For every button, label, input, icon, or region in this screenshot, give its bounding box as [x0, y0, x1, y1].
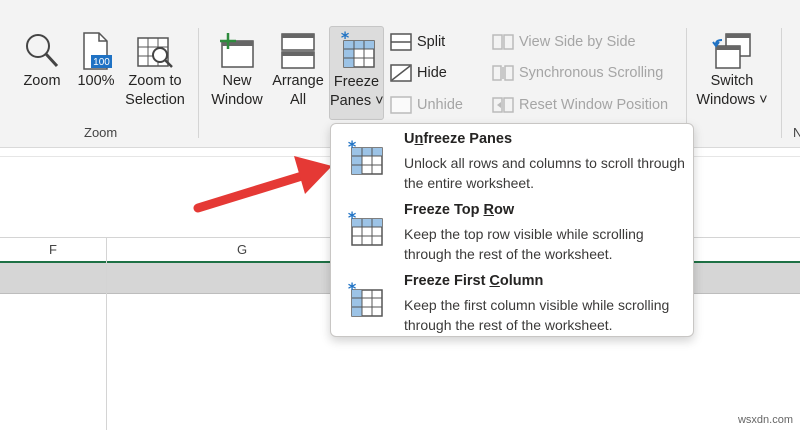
- zoom-to-selection-button[interactable]: Zoom to Selection: [121, 32, 189, 122]
- svg-text:*: *: [348, 282, 357, 298]
- zoom-100-button[interactable]: 100 100%: [74, 32, 118, 102]
- zoom-group-label: Zoom: [84, 125, 118, 140]
- unhide-icon: [390, 96, 412, 114]
- page-100-icon: 100: [83, 32, 112, 70]
- reset-window-position-button[interactable]: Reset Window Position: [492, 94, 672, 116]
- hide-icon: [390, 64, 412, 82]
- zoom-button[interactable]: Zoom: [14, 32, 70, 102]
- freeze-first-column-title: Freeze First Column: [404, 273, 544, 289]
- column-divider: [106, 238, 107, 430]
- svg-text:*: *: [341, 31, 350, 47]
- freeze-panes-icon: *: [341, 31, 375, 68]
- reset-position-icon: [492, 97, 514, 113]
- unfreeze-panes-item[interactable]: * Unfreeze Panes Unlock all rows and col…: [331, 124, 693, 194]
- freeze-panes-label: Freeze Panes ˅: [330, 74, 384, 109]
- group-separator: [686, 28, 687, 138]
- zoom-to-selection-icon: [137, 37, 173, 68]
- freeze-top-row-icon: *: [348, 211, 383, 246]
- unfreeze-panes-icon: *: [348, 140, 383, 175]
- new-window-label: New Window: [211, 73, 263, 108]
- magnifier-icon: [26, 34, 59, 68]
- svg-text:*: *: [348, 140, 357, 156]
- freeze-top-row-title: Freeze Top Row: [404, 202, 515, 218]
- switch-windows-label: Switch Windows ˅: [696, 73, 768, 108]
- freeze-top-row-item[interactable]: * Freeze Top Row Keep the top row visibl…: [331, 195, 693, 265]
- arrange-all-icon: [281, 33, 315, 69]
- arrange-all-label: Arrange All: [272, 73, 324, 108]
- freeze-first-column-item[interactable]: * Freeze First Column Keep the first col…: [331, 266, 693, 336]
- view-side-by-side-label: View Side by Side: [519, 34, 636, 50]
- view-side-by-side-button[interactable]: View Side by Side: [492, 31, 672, 53]
- freeze-first-column-icon: *: [348, 282, 383, 317]
- unhide-button[interactable]: Unhide: [390, 94, 470, 116]
- split-button[interactable]: Split: [390, 31, 470, 53]
- sync-scroll-icon: [492, 65, 514, 81]
- unhide-label: Unhide: [417, 97, 463, 113]
- new-window-icon: [220, 33, 254, 68]
- freeze-panes-button[interactable]: * Freeze Panes ˅: [329, 26, 384, 120]
- column-header-g-label: G: [236, 242, 248, 257]
- freeze-first-column-description: Keep the first column visible while scro…: [404, 297, 670, 333]
- reset-window-position-label: Reset Window Position: [519, 97, 669, 113]
- svg-text:*: *: [348, 211, 357, 227]
- svg-text:100: 100: [93, 57, 110, 68]
- new-window-button[interactable]: New Window: [207, 32, 267, 122]
- unfreeze-panes-description: Unlock all rows and columns to scroll th…: [404, 155, 685, 191]
- zoom-to-selection-label: Zoom to Selection: [125, 73, 185, 108]
- switch-windows-icon: [712, 33, 751, 69]
- zoom-100-label: 100%: [77, 73, 115, 89]
- arrange-all-button[interactable]: Arrange All: [268, 32, 328, 122]
- pointer-arrow: [193, 156, 332, 213]
- freeze-top-row-description: Keep the top row visible while scrolling…: [404, 226, 644, 262]
- freeze-panes-menu: * Unfreeze Panes Unlock all rows and col…: [330, 123, 694, 337]
- watermark: wsxdn.com: [737, 414, 793, 426]
- group-separator: [198, 28, 199, 138]
- synchronous-scrolling-button[interactable]: Synchronous Scrolling: [492, 62, 672, 84]
- group-separator: [781, 28, 782, 138]
- unfreeze-panes-title: Unfreeze Panes: [404, 131, 513, 147]
- side-by-side-icon: [492, 34, 514, 50]
- column-header-f-label: F: [49, 242, 57, 257]
- column-header-f[interactable]: F: [0, 238, 106, 262]
- clipped-group-label: N: [793, 125, 800, 140]
- hide-label: Hide: [417, 65, 447, 81]
- split-icon: [390, 33, 412, 51]
- split-label: Split: [417, 34, 446, 50]
- zoom-label: Zoom: [23, 73, 61, 89]
- switch-windows-button[interactable]: Switch Windows ˅: [692, 32, 772, 122]
- synchronous-scrolling-label: Synchronous Scrolling: [519, 65, 664, 81]
- hide-button[interactable]: Hide: [390, 62, 470, 84]
